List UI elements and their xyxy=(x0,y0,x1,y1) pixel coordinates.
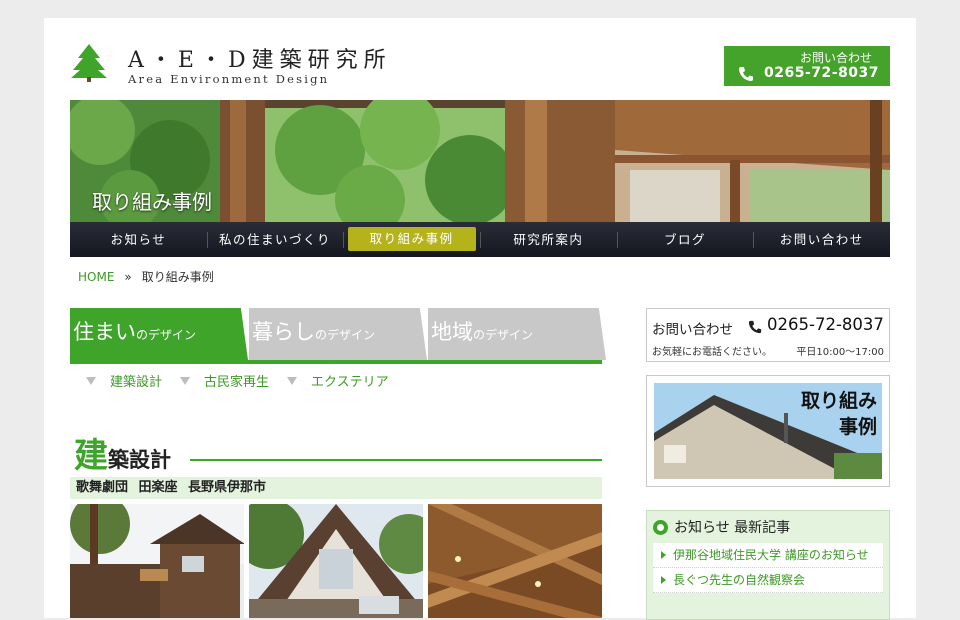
triangle-down-icon xyxy=(180,376,191,385)
nav-item-works[interactable]: 取り組み事例 xyxy=(343,222,480,257)
nav-item-news[interactable]: お知らせ xyxy=(70,222,207,257)
subcategory-list: 建築設計 古民家再生 エクステリア xyxy=(86,371,389,390)
project-title: 歌舞劇団 田楽座 長野県伊那市 xyxy=(70,477,602,499)
phone-icon xyxy=(739,67,753,81)
tab-housing-design[interactable]: 住まいのデザイン xyxy=(70,308,248,360)
tab-label-big: 暮らし xyxy=(252,320,315,344)
header-contact-button[interactable]: お問い合わせ 0265-72-8037 xyxy=(724,46,890,86)
news-title: お知らせ 最新記事 xyxy=(674,520,791,536)
tab-label-big: 住まい xyxy=(73,320,136,344)
nav-item-contact[interactable]: お問い合わせ xyxy=(753,222,890,257)
sidebar-contact-phone: 0265-72-8037 xyxy=(767,315,884,334)
breadcrumb-home-link[interactable]: HOME xyxy=(78,270,114,284)
subcategory-architecture[interactable]: 建築設計 xyxy=(86,371,162,390)
triangle-down-icon xyxy=(287,376,298,385)
subcategory-exterior[interactable]: エクステリア xyxy=(287,371,389,390)
sidebar-works-banner[interactable]: 取り組み 事例 xyxy=(646,375,890,487)
photo-image xyxy=(249,504,423,618)
nav-item-label: 取り組み事例 xyxy=(347,227,476,251)
project-photo-2[interactable] xyxy=(249,504,423,618)
nav-item-blog[interactable]: ブログ xyxy=(616,222,754,257)
site-title[interactable]: A・E・D建築研究所 xyxy=(128,42,392,74)
category-tabs: 住まいのデザイン 暮らしのデザイン 地域のデザイン xyxy=(70,308,606,362)
tab-label-small: のデザイン xyxy=(473,328,534,342)
photo-image xyxy=(70,504,244,618)
section-title-first: 建 xyxy=(74,436,108,476)
section-title-rest: 築設計 xyxy=(108,447,171,472)
sidebar-contact[interactable]: お問い合わせ 0265-72-8037 お気軽にお電話ください。 平日10:00… xyxy=(646,308,890,362)
sidebar-contact-title: お問い合わせ xyxy=(652,322,733,338)
sidebar-contact-hours: 平日10:00～17:00 xyxy=(796,347,884,358)
triangle-down-icon xyxy=(86,376,96,385)
nav-item-label: お知らせ xyxy=(110,232,167,247)
site-subtitle: Area Environment Design xyxy=(128,72,330,86)
section-title: 建築設計 xyxy=(74,428,171,477)
sidebar-news: お知らせ 最新記事 伊那谷地域住民大学 講座のお知らせ 長ぐつ先生の自然観察会 xyxy=(646,510,890,620)
tab-living-design[interactable]: 暮らしのデザイン xyxy=(249,308,427,360)
nav-item-label: 研究所案内 xyxy=(513,232,584,247)
nav-item-label: お問い合わせ xyxy=(779,232,864,247)
header-contact-label: お問い合わせ xyxy=(799,51,872,65)
main-nav: お知らせ 私の住まいづくり 取り組み事例 研究所案内 ブログ お問い合わせ xyxy=(70,222,890,257)
section-rule xyxy=(190,459,602,461)
banner-title-line1: 取り組み xyxy=(800,390,877,412)
news-heading: お知らせ 最新記事 xyxy=(653,517,790,537)
news-list: 伊那谷地域住民大学 講座のお知らせ 長ぐつ先生の自然観察会 xyxy=(653,543,883,593)
header-contact-phone: 0265-72-8037 xyxy=(764,65,880,81)
tabs-underline xyxy=(70,360,602,364)
news-item[interactable]: 伊那谷地域住民大学 講座のお知らせ xyxy=(653,543,883,568)
breadcrumb-separator: » xyxy=(124,270,132,284)
tab-label-big: 地域 xyxy=(431,320,473,344)
phone-icon xyxy=(748,320,762,334)
sidebar-contact-note: お気軽にお電話ください。 xyxy=(652,347,772,358)
breadcrumb-current: 取り組み事例 xyxy=(141,270,214,284)
news-item-label: 伊那谷地域住民大学 講座のお知らせ xyxy=(673,548,869,562)
hero-banner: 取り組み事例 xyxy=(70,100,890,222)
banner-title-line2: 事例 xyxy=(838,416,877,438)
photo-image xyxy=(428,504,602,618)
breadcrumb: HOME » 取り組み事例 xyxy=(78,268,214,285)
tab-region-design[interactable]: 地域のデザイン xyxy=(428,308,606,360)
nav-item-about[interactable]: 研究所案内 xyxy=(480,222,617,257)
circle-bullet-icon xyxy=(653,519,668,535)
subcategory-label: エクステリア xyxy=(311,375,389,390)
tree-logo-icon[interactable] xyxy=(70,44,108,82)
nav-item-my-home[interactable]: 私の住まいづくり xyxy=(206,222,344,257)
subcategory-label: 建築設計 xyxy=(110,375,163,390)
hero-caption: 取り組み事例 xyxy=(92,190,212,214)
subcategory-label: 古民家再生 xyxy=(204,375,270,390)
arrow-right-icon xyxy=(661,576,666,584)
project-photo-3[interactable] xyxy=(428,504,602,618)
page: A・E・D建築研究所 Area Environment Design お問い合わ… xyxy=(44,18,916,620)
news-item-label: 長ぐつ先生の自然観察会 xyxy=(673,573,806,587)
tab-label-small: のデザイン xyxy=(136,328,197,342)
tab-label-small: のデザイン xyxy=(315,328,376,342)
subcategory-old-house[interactable]: 古民家再生 xyxy=(180,371,269,390)
nav-item-label: ブログ xyxy=(664,232,707,247)
arrow-right-icon xyxy=(661,551,666,559)
nav-item-label: 私の住まいづくり xyxy=(219,232,332,247)
news-item[interactable]: 長ぐつ先生の自然観察会 xyxy=(653,568,883,593)
project-photo-1[interactable] xyxy=(70,504,244,618)
